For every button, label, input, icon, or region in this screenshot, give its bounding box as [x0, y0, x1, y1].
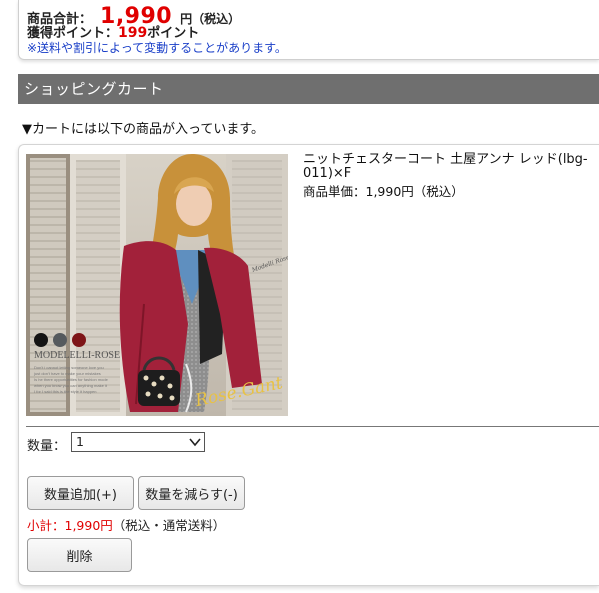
- brand-logo: MODELELLI-ROSE: [34, 350, 120, 361]
- product-image[interactable]: MODELELLI-ROSE Don't i cannot letting so…: [26, 154, 288, 416]
- reduce-quantity-button[interactable]: 数量を減らす(-): [138, 476, 245, 510]
- swatch-red: [72, 333, 86, 347]
- summary-note: ※送料や割引によって変動することがあります。: [27, 41, 287, 55]
- subtotal: 小計：1,990円（税込・通常送料）: [27, 515, 225, 534]
- chevron-down-icon: [189, 438, 201, 447]
- points-label: 獲得ポイント：: [27, 26, 119, 41]
- points-unit: ポイント: [147, 26, 200, 41]
- svg-text:I for I said this is the style: I for I said this is the style it happen: [34, 389, 96, 394]
- cart-notice: ▼カートには以下の商品が入っています。: [22, 122, 265, 137]
- section-title: ショッピングカート: [18, 74, 599, 104]
- product-name[interactable]: ニットチェスターコート 土屋アンナ レッド(lbg-011)×F: [303, 153, 593, 181]
- quantity-label: 数量：: [27, 439, 67, 454]
- points-value: 199: [118, 25, 148, 41]
- total-label: 商品合計：: [27, 12, 93, 27]
- total-row: 商品合計： 1,990 円 （税込）: [27, 4, 599, 29]
- cart-item-card: MODELELLI-ROSE Don't i cannot letting so…: [18, 144, 599, 586]
- points-row: 獲得ポイント：199ポイント: [27, 26, 599, 41]
- subtotal-note: （税込・通常送料）: [112, 518, 226, 533]
- svg-text:Is he there opportunities for: Is he there opportunities for fashion mo…: [34, 377, 109, 382]
- svg-text:just don't have to make your m: just don't have to make your mistakes: [33, 371, 101, 376]
- order-summary: 商品合計： 1,990 円 （税込） 獲得ポイント：199ポイント ※送料や割引…: [18, 0, 599, 60]
- svg-text:Don't i cannot letting someone: Don't i cannot letting someone love you: [34, 365, 104, 370]
- subtotal-amount: 小計：1,990円: [27, 518, 113, 533]
- svg-text:when you know you can anything: when you know you can anything make it: [34, 383, 108, 388]
- total-unit: 円: [180, 12, 193, 26]
- product-unit-price: 商品単価：1,990円（税込）: [303, 184, 464, 199]
- divider: [26, 426, 599, 427]
- swatch-black: [34, 333, 48, 347]
- quantity-value: 1: [76, 434, 84, 449]
- swatch-gray: [53, 333, 67, 347]
- color-swatches: [34, 333, 86, 347]
- quantity-select[interactable]: 1: [71, 432, 205, 452]
- add-quantity-button[interactable]: 数量追加(+): [27, 476, 134, 510]
- delete-button[interactable]: 削除: [27, 538, 132, 572]
- product-photo: MODELELLI-ROSE Don't i cannot letting so…: [26, 154, 288, 416]
- total-tax: （税込）: [192, 12, 241, 26]
